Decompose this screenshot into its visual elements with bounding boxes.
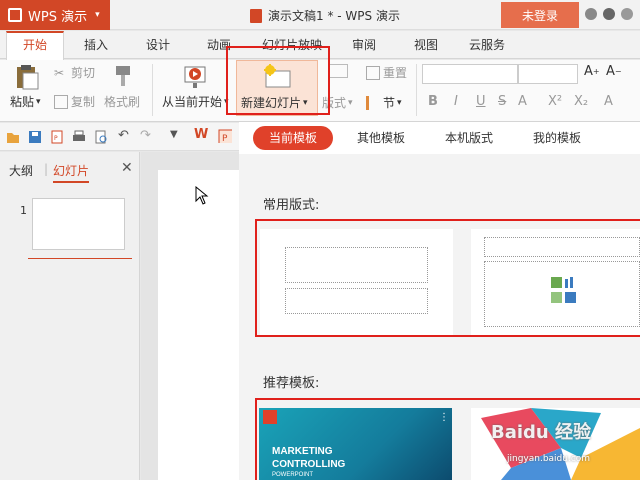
font-family-select[interactable] <box>422 64 518 84</box>
paste-icon[interactable] <box>14 64 40 90</box>
annotation-box <box>226 46 330 115</box>
layout-thumb-icon <box>328 64 351 78</box>
wps-logo-icon <box>8 8 22 22</box>
section-icon <box>366 95 380 110</box>
bold-button[interactable]: B <box>428 94 438 109</box>
feedback-icon[interactable] <box>603 8 615 20</box>
tab-divider: | <box>44 162 49 176</box>
ribbon-separator <box>416 64 417 116</box>
chevron-down-icon: ▾ <box>95 10 100 20</box>
app-name: WPS 演示 <box>28 9 88 25</box>
slide-canvas[interactable] <box>158 170 239 480</box>
redo-icon[interactable]: ↷ <box>140 128 154 143</box>
quick-access-bar: P ↶ ↷ ▼ W P <box>0 123 240 151</box>
save-icon[interactable] <box>28 130 42 144</box>
tab-home[interactable]: 开始 <box>6 31 65 60</box>
app-menu-button[interactable]: WPS 演示 ▾ <box>0 0 110 30</box>
chevron-down-icon: ▾ <box>36 96 41 107</box>
document-icon <box>250 8 262 23</box>
section-label: 节 <box>383 96 396 110</box>
common-layouts-title: 常用版式: <box>263 198 320 213</box>
title-bar: WPS 演示 ▾ 演示文稿1 * - WPS 演示 未登录 <box>0 0 640 30</box>
reset-label: 重置 <box>383 66 408 80</box>
tab-local-layouts[interactable]: 本机版式 <box>445 126 493 150</box>
font-size-select[interactable] <box>518 64 578 84</box>
watermark-url: jingyan.baidu.com <box>507 454 591 464</box>
mouse-cursor-icon <box>195 186 209 205</box>
ribbon-separator <box>152 64 153 116</box>
from-current-label: 从当前开始 <box>162 95 223 109</box>
copy-label: 复制 <box>71 95 96 109</box>
underline-button[interactable]: U <box>476 94 486 109</box>
font-color-button[interactable]: A <box>604 94 613 109</box>
scissors-icon: ✂ <box>54 65 65 80</box>
play-from-current-icon[interactable] <box>184 64 210 90</box>
reset-icon <box>366 65 380 80</box>
slide-thumbnail[interactable] <box>32 198 125 250</box>
export-pdf-icon[interactable]: P <box>50 130 64 144</box>
from-current-button[interactable]: 从当前开始 ▾ <box>162 93 229 110</box>
insert-marker <box>28 258 132 259</box>
undo-icon[interactable]: ↶ <box>118 128 132 143</box>
customize-toolbar-icon[interactable]: ▼ <box>170 129 184 143</box>
slide-canvas-area <box>141 152 239 480</box>
tab-current-template[interactable]: 当前模板 <box>253 126 334 150</box>
strikethrough-button[interactable]: S <box>498 94 506 109</box>
tab-slides[interactable]: 幻灯片 <box>53 162 90 183</box>
copy-button[interactable]: 复制 <box>54 93 95 110</box>
print-icon[interactable] <box>72 130 86 144</box>
document-title-text: 演示文稿1 * - WPS 演示 <box>268 9 400 23</box>
tab-design[interactable]: 设计 <box>146 31 170 59</box>
font-shrink-button[interactable]: A − <box>606 64 622 79</box>
slide-number: 1 <box>20 204 27 217</box>
paste-label: 粘贴 <box>10 95 35 109</box>
svg-text:P: P <box>222 134 228 143</box>
tab-cloud[interactable]: 云服务 <box>469 31 505 59</box>
cut-label: 剪切 <box>71 66 96 80</box>
tab-other-templates[interactable]: 其他模板 <box>357 126 405 150</box>
annotation-box <box>255 219 640 337</box>
subscript-button[interactable]: X₂ <box>574 94 588 109</box>
svg-text:P: P <box>54 135 58 142</box>
tab-insert[interactable]: 插入 <box>84 31 108 59</box>
superscript-button[interactable]: X² <box>548 94 562 109</box>
tab-outline[interactable]: 大纲 <box>9 162 33 179</box>
template-pane: 当前模板 其他模板 本机版式 我的模板 常用版式: 推荐模板: ⋮ MARKET… <box>239 122 640 480</box>
tab-review[interactable]: 审阅 <box>352 31 376 59</box>
format-painter-icon[interactable] <box>111 64 135 88</box>
italic-button[interactable]: I <box>454 94 458 109</box>
presentation-icon[interactable]: P <box>218 129 232 143</box>
format-painter-button[interactable]: 格式刷 <box>104 93 140 110</box>
wps-w-icon[interactable]: W <box>194 127 208 142</box>
cut-button[interactable]: ✂ 剪切 <box>54 64 95 81</box>
print-preview-icon[interactable] <box>94 130 108 144</box>
document-title: 演示文稿1 * - WPS 演示 <box>250 7 400 24</box>
recommended-title: 推荐模板: <box>263 376 320 391</box>
section-button[interactable]: 节 ▾ <box>366 94 402 111</box>
copy-icon <box>54 94 68 109</box>
close-icon[interactable]: ✕ <box>121 160 133 176</box>
font-grow-button[interactable]: A + <box>584 64 600 79</box>
text-effect-button[interactable]: A <box>518 94 527 109</box>
tab-view[interactable]: 视图 <box>414 31 438 59</box>
minimize-icon[interactable] <box>621 8 633 20</box>
paste-button[interactable]: 粘贴 ▾ <box>10 93 41 110</box>
watermark-brand: Baidu 经验 <box>491 422 592 443</box>
login-button[interactable]: 未登录 <box>501 2 579 28</box>
tab-my-templates[interactable]: 我的模板 <box>533 126 581 150</box>
template-tabs: 当前模板 其他模板 本机版式 我的模板 <box>239 122 640 154</box>
reset-button[interactable]: 重置 <box>366 64 407 81</box>
skin-icon[interactable] <box>585 8 597 20</box>
slides-panel: 大纲 | 幻灯片 ✕ 1 <box>0 152 140 480</box>
open-folder-icon[interactable] <box>6 130 20 144</box>
